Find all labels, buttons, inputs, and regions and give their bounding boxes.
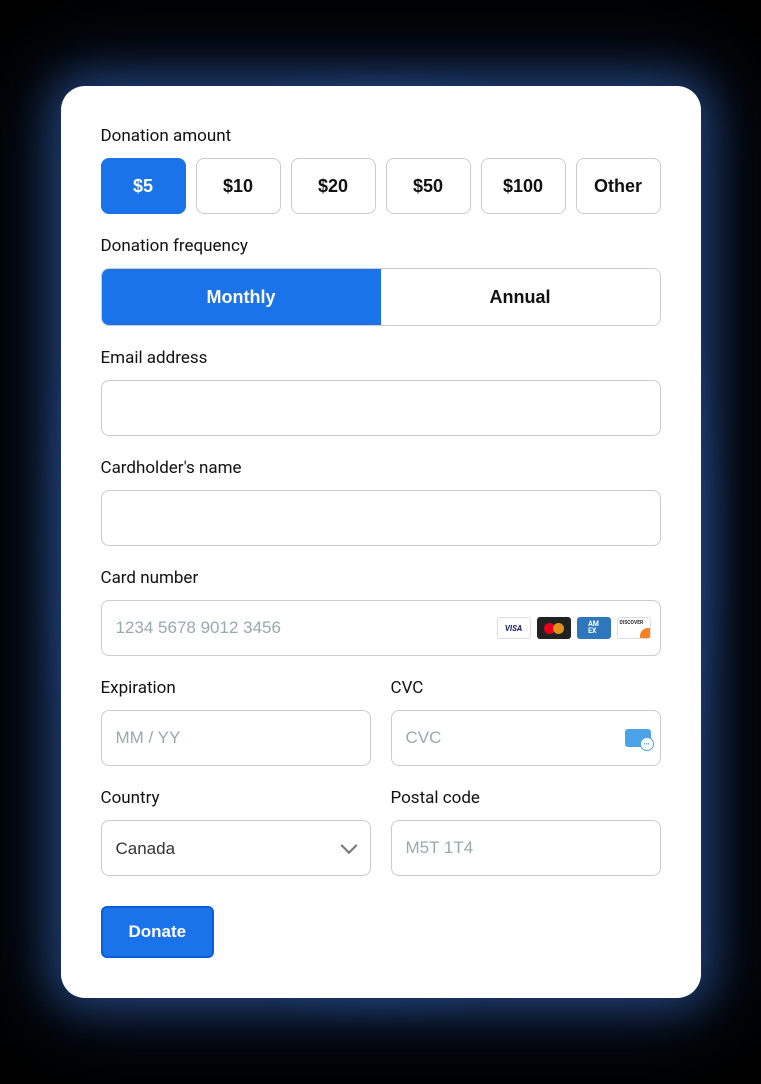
postal-label: Postal code bbox=[391, 788, 661, 808]
cvc-hint-icon bbox=[625, 729, 651, 747]
visa-icon: VISA bbox=[497, 617, 531, 639]
amount-option-50[interactable]: $50 bbox=[386, 158, 471, 214]
email-label: Email address bbox=[101, 348, 661, 368]
donation-amount-section: Donation amount $5 $10 $20 $50 $100 Othe… bbox=[101, 126, 661, 214]
cardholder-label: Cardholder's name bbox=[101, 458, 661, 478]
cvc-label: CVC bbox=[391, 678, 661, 698]
amount-option-10[interactable]: $10 bbox=[196, 158, 281, 214]
postal-field[interactable] bbox=[391, 820, 661, 876]
country-section: Country Canada bbox=[101, 788, 371, 876]
email-field[interactable] bbox=[101, 380, 661, 436]
postal-section: Postal code bbox=[391, 788, 661, 876]
frequency-option-monthly[interactable]: Monthly bbox=[102, 269, 381, 325]
discover-icon: DISCOVER bbox=[617, 617, 651, 639]
donation-form: Donation amount $5 $10 $20 $50 $100 Othe… bbox=[61, 86, 701, 998]
email-section: Email address bbox=[101, 348, 661, 436]
donate-button[interactable]: Donate bbox=[101, 906, 215, 958]
cardholder-field[interactable] bbox=[101, 490, 661, 546]
card-brand-icons: VISA AMEX DISCOVER bbox=[497, 617, 651, 639]
amount-option-20[interactable]: $20 bbox=[291, 158, 376, 214]
cvc-section: CVC bbox=[391, 678, 661, 766]
amex-icon: AMEX bbox=[577, 617, 611, 639]
donation-amount-options: $5 $10 $20 $50 $100 Other bbox=[101, 158, 661, 214]
donation-frequency-label: Donation frequency bbox=[101, 236, 661, 256]
amount-option-100[interactable]: $100 bbox=[481, 158, 566, 214]
card-number-section: Card number VISA AMEX DISCOVER bbox=[101, 568, 661, 656]
country-label: Country bbox=[101, 788, 371, 808]
amount-option-5[interactable]: $5 bbox=[101, 158, 186, 214]
frequency-option-annual[interactable]: Annual bbox=[381, 269, 660, 325]
card-number-label: Card number bbox=[101, 568, 661, 588]
mastercard-icon bbox=[537, 617, 571, 639]
expiration-section: Expiration bbox=[101, 678, 371, 766]
donation-frequency-options: Monthly Annual bbox=[101, 268, 661, 326]
expiration-label: Expiration bbox=[101, 678, 371, 698]
donation-amount-label: Donation amount bbox=[101, 126, 661, 146]
amount-option-other[interactable]: Other bbox=[576, 158, 661, 214]
country-select[interactable]: Canada bbox=[101, 820, 371, 876]
donation-frequency-section: Donation frequency Monthly Annual bbox=[101, 236, 661, 326]
cardholder-section: Cardholder's name bbox=[101, 458, 661, 546]
expiration-field[interactable] bbox=[101, 710, 371, 766]
cvc-field[interactable] bbox=[391, 710, 661, 766]
